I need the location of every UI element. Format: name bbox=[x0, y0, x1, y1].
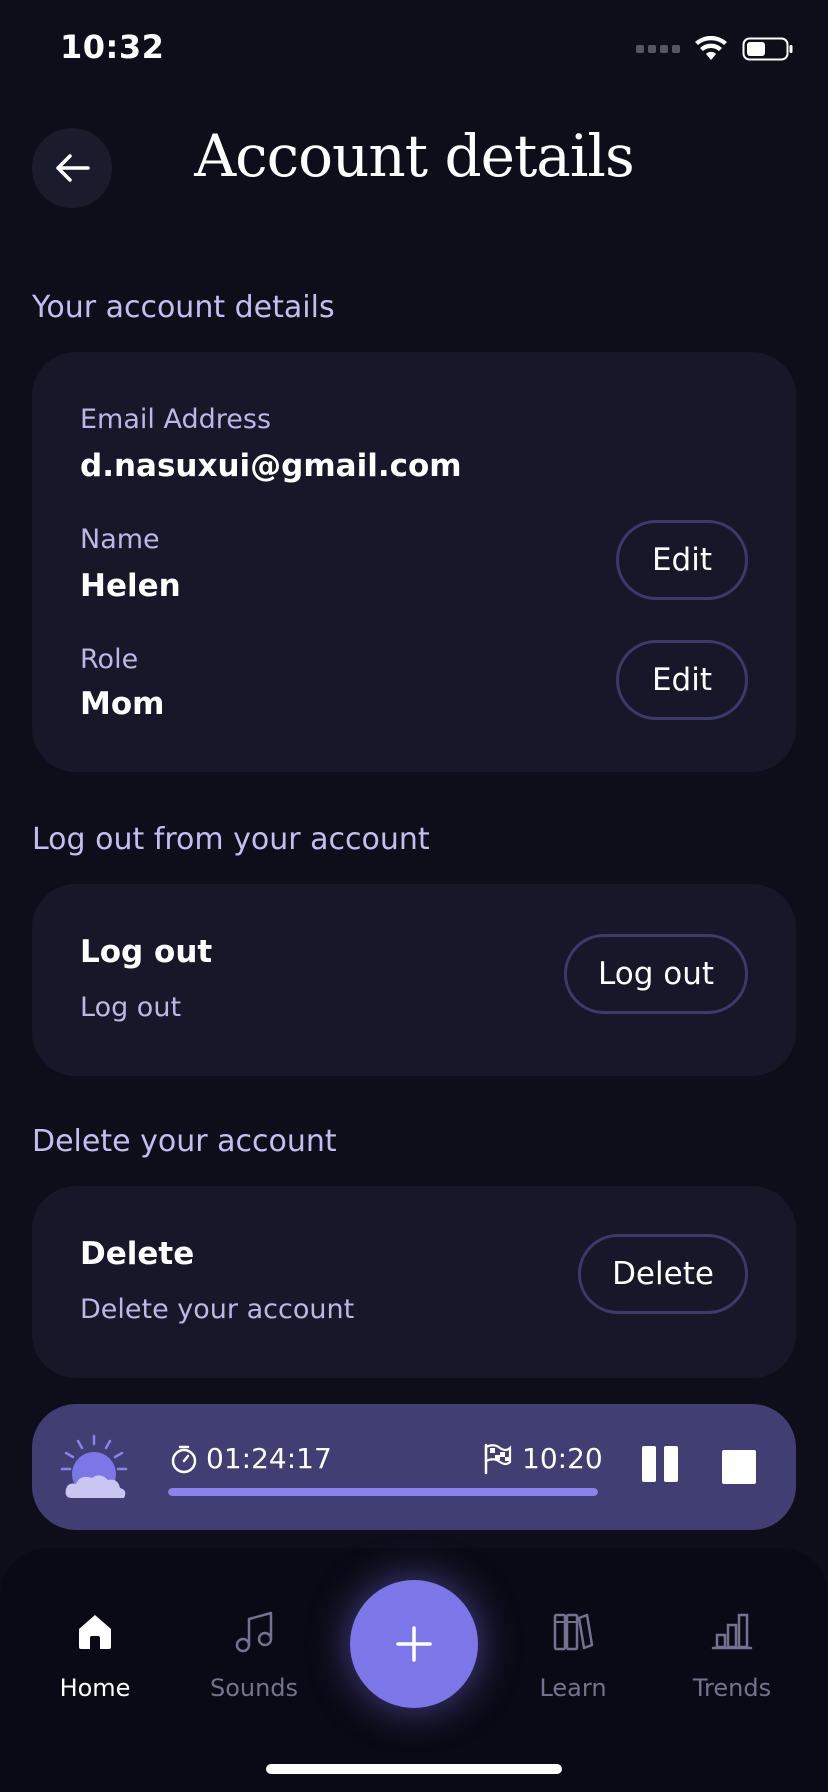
bottom-tab-bar: Home Sounds Learn Trends bbox=[0, 1548, 828, 1792]
section-title-account: Your account details bbox=[32, 290, 335, 325]
wifi-icon bbox=[695, 36, 727, 60]
email-label: Email Address bbox=[80, 404, 272, 435]
header: Account details bbox=[0, 100, 828, 240]
music-note-icon bbox=[235, 1611, 273, 1653]
checkered-flag-icon bbox=[484, 1443, 512, 1474]
mini-player[interactable]: 01:24:17 10:20 bbox=[32, 1404, 796, 1530]
logout-heading: Log out bbox=[80, 934, 213, 970]
cellular-signal-icon bbox=[636, 45, 680, 53]
stop-button[interactable] bbox=[722, 1450, 756, 1484]
progress-bar[interactable] bbox=[168, 1488, 598, 1496]
name-value: Helen bbox=[80, 568, 181, 604]
tab-learn[interactable]: Learn bbox=[503, 1606, 643, 1702]
plus-icon bbox=[396, 1626, 432, 1662]
delete-subtext: Delete your account bbox=[80, 1294, 355, 1325]
tab-trends[interactable]: Trends bbox=[662, 1606, 802, 1702]
role-value: Mom bbox=[80, 686, 165, 722]
progress-fill bbox=[168, 1488, 598, 1496]
name-label: Name bbox=[80, 524, 160, 555]
bar-chart-icon bbox=[711, 1613, 753, 1650]
status-bar: 10:32 bbox=[0, 0, 828, 100]
tab-learn-label: Learn bbox=[539, 1674, 607, 1702]
home-icon bbox=[79, 1615, 111, 1649]
logout-card: Log out Log out Log out bbox=[32, 884, 796, 1076]
pause-icon-bar bbox=[664, 1446, 678, 1482]
section-title-delete: Delete your account bbox=[32, 1124, 337, 1159]
status-time: 10:32 bbox=[60, 28, 165, 66]
tab-sounds-label: Sounds bbox=[209, 1674, 299, 1702]
edit-name-button[interactable]: Edit bbox=[616, 520, 748, 600]
logout-button[interactable]: Log out bbox=[564, 934, 748, 1014]
pause-button[interactable] bbox=[642, 1446, 682, 1486]
home-indicator bbox=[266, 1764, 562, 1774]
delete-button[interactable]: Delete bbox=[578, 1234, 748, 1314]
tab-sounds[interactable]: Sounds bbox=[184, 1606, 324, 1702]
tab-home-label: Home bbox=[59, 1674, 131, 1702]
pause-icon-bar bbox=[642, 1446, 656, 1482]
add-button[interactable] bbox=[350, 1580, 478, 1708]
section-title-logout: Log out from your account bbox=[32, 822, 430, 857]
books-icon bbox=[553, 1613, 594, 1651]
stopwatch-icon bbox=[171, 1445, 197, 1473]
logout-subtext: Log out bbox=[80, 992, 182, 1023]
email-value: d.nasuxui@gmail.com bbox=[80, 448, 462, 484]
page-title: Account details bbox=[194, 122, 634, 190]
tab-home[interactable]: Home bbox=[25, 1606, 165, 1702]
sun-cloud-icon bbox=[60, 1434, 128, 1498]
edit-role-button[interactable]: Edit bbox=[616, 640, 748, 720]
elapsed-time: 01:24:17 bbox=[206, 1442, 332, 1475]
goal-time: 10:20 bbox=[482, 1442, 603, 1475]
status-icons bbox=[636, 36, 794, 62]
elapsed-timer: 01:24:17 bbox=[170, 1442, 332, 1475]
account-details-card: Email Address d.nasuxui@gmail.com Name H… bbox=[32, 352, 796, 772]
tab-trends-label: Trends bbox=[692, 1674, 772, 1702]
goal-time-value: 10:20 bbox=[522, 1442, 603, 1475]
delete-card: Delete Delete your account Delete bbox=[32, 1186, 796, 1378]
delete-heading: Delete bbox=[80, 1236, 195, 1272]
role-label: Role bbox=[80, 644, 139, 675]
battery-icon bbox=[742, 37, 793, 61]
